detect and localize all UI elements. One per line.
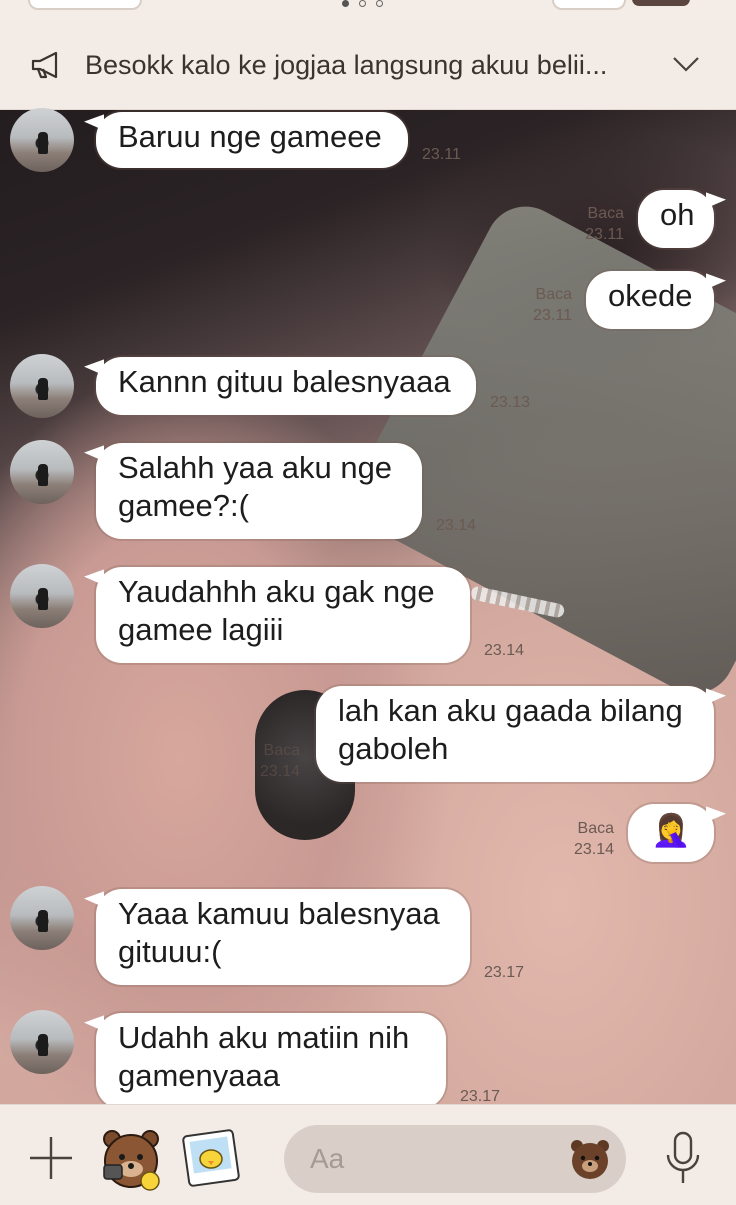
message-text: Salahh yaa aku nge [118,450,393,485]
announcement-banner[interactable]: Besokk kalo ke jogjaa langsung akuu beli… [0,20,736,110]
message-time: 23.11 [585,226,624,243]
message-text: gamenyaaa [118,1058,281,1093]
contact-avatar[interactable] [10,564,74,628]
message-time: 23.14 [436,517,477,534]
incoming-message-bubble[interactable]: Yaudahhh aku gak nge gamee lagiii [96,567,470,663]
message-time: 23.17 [484,964,525,981]
incoming-message-bubble[interactable]: Baruu nge gameee [96,112,408,168]
bear-emoji-icon[interactable] [568,1137,612,1181]
message-text: Yaaa kamuu balesnyaa [118,896,440,931]
message-time: 23.14 [259,763,300,780]
message-composer: Aa [0,1104,736,1205]
input-placeholder: Aa [310,1143,345,1174]
megaphone-icon [31,51,58,79]
page-dot [359,0,366,7]
message-text: gamee lagiii [118,612,284,647]
message-read-status: Baca 23.11 [522,284,572,326]
page-dot [342,0,349,7]
contact-avatar[interactable] [10,1010,74,1074]
message-time: 23.11 [422,146,461,163]
contact-avatar[interactable] [10,886,74,950]
contact-avatar[interactable] [10,108,74,172]
message-time: 23.13 [490,394,531,411]
contact-avatar[interactable] [10,440,74,504]
photo-sticker-icon[interactable] [180,1127,242,1189]
bear-sticker-icon[interactable] [98,1125,164,1191]
incoming-message-bubble[interactable]: Kannn gituu balesnyaaa [96,357,476,415]
message-time: 23.11 [533,307,572,324]
message-text: Kannn gituu balesnyaaa [118,364,451,399]
microphone-icon[interactable] [664,1131,702,1185]
outgoing-message-bubble[interactable]: okede [586,271,714,329]
message-input[interactable]: Aa [284,1125,626,1193]
outgoing-message-bubble[interactable]: oh [638,190,714,248]
message-text: gamee?:( [118,488,249,523]
announcement-text: Besokk kalo ke jogjaa langsung akuu beli… [85,50,608,80]
message-text: okede [608,278,693,313]
message-time: 23.14 [573,841,614,858]
read-label: Baca [577,820,614,837]
message-text: oh [660,197,695,232]
read-label: Baca [587,205,624,222]
page-indicator [342,0,383,7]
message-text: Yaudahhh aku gak nge [118,574,435,609]
top-right-control[interactable] [552,0,626,10]
outgoing-message-bubble[interactable]: lah kan aku gaada bilang gaboleh [316,686,714,782]
page-dot [376,0,383,7]
top-left-control[interactable] [28,0,142,10]
incoming-message-bubble[interactable]: Salahh yaa aku nge gamee?:( [96,443,422,539]
message-time: 23.14 [484,642,525,659]
incoming-message-bubble[interactable]: Yaaa kamuu balesnyaa gituuu:( [96,889,470,985]
contact-avatar[interactable] [10,354,74,418]
message-text: Baruu nge gameee [118,119,382,154]
read-label: Baca [263,742,300,759]
message-read-status: Baca 23.11 [574,203,624,245]
chevron-down-icon[interactable] [672,54,700,74]
message-text: lah kan aku gaada bilang [338,693,683,728]
message-text: Udahh aku matiin nih [118,1020,410,1055]
outgoing-message-bubble[interactable]: 🤦‍♀️ [628,804,714,862]
message-text: gaboleh [338,731,449,766]
read-label: Baca [535,286,572,303]
top-right-avatar[interactable] [632,0,690,6]
message-read-status: Baca 23.14 [250,740,300,782]
top-bar [0,0,736,20]
incoming-message-bubble[interactable]: Udahh aku matiin nih gamenyaaa [96,1013,446,1109]
emoji-message: 🤦‍♀️ [651,812,691,848]
message-text: gituuu:( [118,934,222,969]
plus-icon[interactable] [28,1135,74,1181]
message-read-status: Baca 23.14 [562,818,614,860]
